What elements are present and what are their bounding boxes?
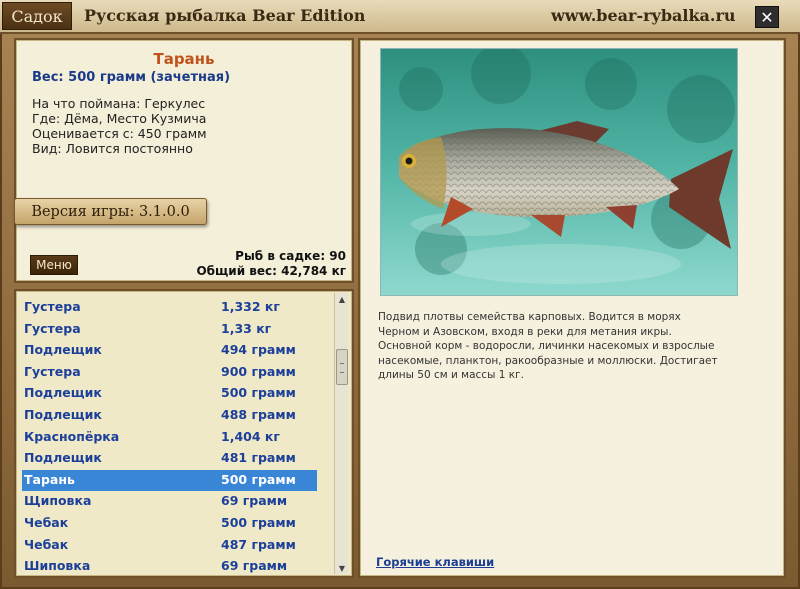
catch-list-row[interactable]: Густера 900 грамм <box>22 362 317 383</box>
catch-list-row[interactable]: Густера 1,33 кг <box>22 319 317 340</box>
list-scrollbar[interactable]: ▲ ▼ <box>334 293 348 574</box>
catch-list-row[interactable]: Подлещик 481 грамм <box>22 448 317 469</box>
detail-bait: На что поймана: Геркулес <box>32 96 206 111</box>
catch-list-row[interactable]: Тарань 500 грамм <box>22 469 317 491</box>
fish-weight-cell: 494 грамм <box>221 342 296 358</box>
catch-list-panel: Густера 1,332 кг Густера 1,33 кг Подлещик 494… <box>14 289 354 578</box>
fish-name-cell: Подлещик <box>24 450 102 466</box>
detail-location: Где: Дёма, Место Кузмича <box>32 111 207 126</box>
fish-photo <box>380 48 738 296</box>
catch-list-row[interactable]: Щиповка 69 грамм <box>22 491 317 512</box>
fish-weight-cell: 500 грамм <box>221 385 296 401</box>
catch-list-row[interactable]: Подлещик 500 грамм <box>22 383 317 404</box>
scroll-thumb[interactable] <box>336 349 348 385</box>
fish-weight-cell: 488 грамм <box>221 407 296 422</box>
catch-list-row[interactable]: Подлещик 488 грамм <box>22 405 317 426</box>
fish-weight-cell: 481 грамм <box>221 450 296 466</box>
catch-list-row[interactable]: Чебак 487 грамм <box>22 535 317 556</box>
fish-name-cell: Шиповка <box>24 558 91 574</box>
fish-weight-cell: 487 грамм <box>221 536 296 552</box>
fish-weight-cell: 69 грамм <box>221 493 288 509</box>
fish-name-cell: Краснопёрка <box>24 428 120 444</box>
app-title: Русская рыбалка Bear Edition <box>84 6 366 25</box>
fish-info-panel: Тарань Вес: 500 грамм (зачетная) На что … <box>14 38 354 283</box>
fish-weight-cell: 1,33 кг <box>221 320 272 336</box>
title-bar: Садок Русская рыбалка Bear Edition www.b… <box>0 0 800 34</box>
catch-list-row[interactable]: Чебак 500 грамм <box>22 513 317 534</box>
catch-list-row[interactable]: Краснопёрка 1,404 кг <box>22 427 317 448</box>
catch-list-row[interactable]: Густера 1,332 кг <box>22 297 317 318</box>
fish-name-cell: Густера <box>24 320 81 336</box>
fish-weight-cell: 500 грамм <box>221 471 296 487</box>
fish-description: Подвид плотвы семейства карповых. Водитс… <box>378 311 718 381</box>
fish-weight-cell: 1,332 кг <box>221 299 280 314</box>
catch-list-row[interactable]: Подлещик 494 грамм <box>22 340 317 361</box>
close-button[interactable]: ✕ <box>755 6 779 28</box>
fish-name-cell: Подлещик <box>24 385 102 401</box>
tab-sadok[interactable]: Садок <box>2 2 72 30</box>
scroll-down-arrow-icon[interactable]: ▼ <box>335 562 349 574</box>
fish-name-cell: Подлещик <box>24 342 102 358</box>
catch-list-row[interactable]: Шиповка 69 грамм <box>22 556 317 577</box>
fish-name-cell: Густера <box>24 299 81 314</box>
fish-weight: Вес: 500 грамм (зачетная) <box>32 70 231 85</box>
fish-name-cell: Тарань <box>24 471 75 487</box>
close-icon: ✕ <box>760 7 774 27</box>
fish-name-cell: Щиповка <box>24 493 92 509</box>
detail-species-status: Вид: Ловится постоянно <box>32 141 193 156</box>
site-url: www.bear-rybalka.ru <box>551 6 736 25</box>
fish-weight-cell: 69 грамм <box>221 558 288 574</box>
fish-name-cell: Чебак <box>24 515 69 530</box>
fish-name-cell: Густера <box>24 363 81 379</box>
game-version-plate: Версия игры: 3.1.0.0 <box>14 198 207 225</box>
hotkeys-link[interactable]: Горячие клавиши <box>376 555 494 569</box>
fish-detail-panel: Подвид плотвы семейства карповых. Водитс… <box>358 38 786 578</box>
menu-button[interactable]: Меню <box>30 255 78 275</box>
fish-name-cell: Чебак <box>24 536 69 552</box>
detail-trophy-threshold: Оценивается с: 450 грамм <box>32 126 207 141</box>
fish-weight-cell: 1,404 кг <box>221 428 280 444</box>
fish-count: Рыб в садке: 90 <box>235 249 346 263</box>
fish-weight-cell: 900 грамм <box>221 363 296 379</box>
fish-name: Тарань <box>153 50 215 68</box>
total-weight: Общий вес: 42,784 кг <box>196 264 346 278</box>
fish-name-cell: Подлещик <box>24 407 102 422</box>
fish-weight-cell: 500 грамм <box>221 515 296 530</box>
scroll-up-arrow-icon[interactable]: ▲ <box>335 293 349 305</box>
